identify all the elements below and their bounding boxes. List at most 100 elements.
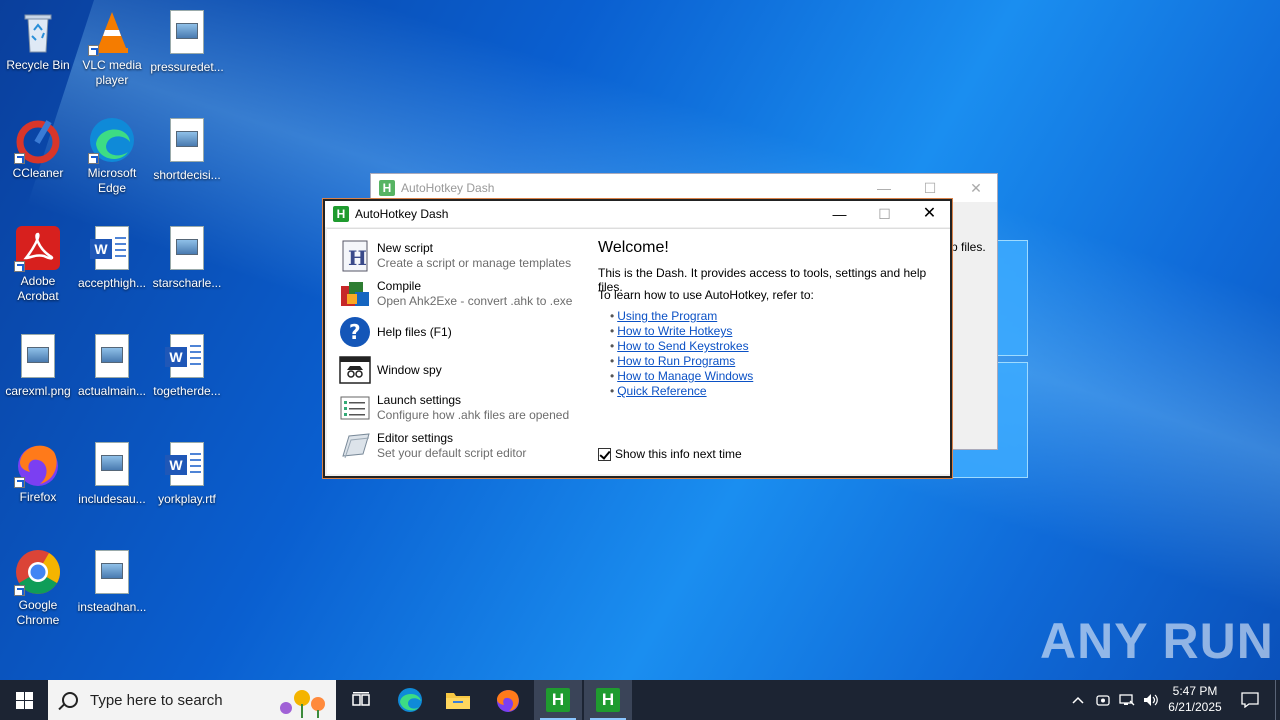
minimize-button[interactable]: — [861, 174, 907, 202]
minimize-button[interactable]: — [817, 201, 862, 227]
recycle-bin-icon [14, 8, 62, 56]
taskbar-file-explorer-button[interactable] [434, 680, 482, 720]
show-info-checkbox-row[interactable]: Show this info next time [598, 447, 742, 461]
taskbar: Type here to search H H 5:47 PM 6/21/202… [0, 680, 1280, 720]
desktop-icon-label: Firefox [19, 490, 57, 504]
desktop-icon-label: Google Chrome [16, 598, 60, 627]
maximize-button[interactable]: ☐ [907, 174, 953, 202]
link-quick-reference[interactable]: Quick Reference [617, 384, 706, 398]
link-using-the-program[interactable]: Using the Program [617, 309, 717, 323]
desktop-icon-label: Microsoft Edge [87, 166, 137, 195]
tray-network-button[interactable] [1116, 680, 1138, 720]
background-window-title: AutoHotkey Dash [401, 181, 495, 195]
desktop-icon-file[interactable]: carexml.png [0, 332, 76, 399]
desktop-icon-label: CCleaner [12, 166, 64, 180]
desktop-icon-file[interactable]: starscharle... [149, 224, 225, 291]
taskbar-search-box[interactable]: Type here to search [48, 680, 336, 720]
show-info-checkbox[interactable] [598, 447, 611, 461]
desktop-icon-label: starscharle... [152, 276, 222, 290]
background-window-text: p files. [951, 240, 986, 254]
list-item: • Using the Program [610, 309, 718, 323]
menu-item-title: Launch settings [377, 393, 462, 407]
menu-item-title: Help files (F1) [377, 324, 452, 339]
link-how-to-send-keystrokes[interactable]: How to Send Keystrokes [617, 339, 748, 353]
desktop-icon-label: accepthigh... [77, 276, 147, 290]
action-center-button[interactable] [1230, 680, 1270, 720]
desktop-icon-recycle-bin[interactable]: Recycle Bin [0, 8, 76, 73]
menu-item-subtitle: Configure how .ahk files are opened [377, 408, 570, 422]
desktop-icon-file[interactable]: includesau... [74, 440, 150, 507]
taskbar-autohotkey-button[interactable]: H [584, 680, 632, 720]
desktop-icon-label: Recycle Bin [6, 58, 70, 72]
desktop-icon-edge[interactable]: Microsoft Edge [74, 116, 150, 196]
edge-icon [398, 688, 422, 712]
desktop-icon-file[interactable]: shortdecisi... [149, 116, 225, 183]
desktop-icon-file[interactable]: W accepthigh... [74, 224, 150, 291]
close-button[interactable]: ✕ [907, 201, 952, 227]
firefox-icon [14, 440, 62, 488]
menu-item-subtitle: Open Ahk2Exe - convert .ahk to .exe [377, 294, 573, 308]
list-item: • How to Write Hotkeys [610, 324, 733, 338]
dash-window[interactable]: H AutoHotkey Dash — ☐ ✕ H New script Cre… [323, 199, 952, 478]
desktop-icon-file[interactable]: W togetherde... [149, 332, 225, 399]
link-how-to-run-programs[interactable]: How to Run Programs [617, 354, 735, 368]
menu-launch-settings[interactable]: Launch settings Configure how .ahk files… [339, 391, 584, 425]
menu-window-spy[interactable]: Window spy [339, 353, 584, 387]
desktop-icon-vlc[interactable]: VLC media player [74, 8, 150, 88]
search-placeholder: Type here to search [90, 691, 223, 709]
show-desktop-button[interactable] [1275, 680, 1276, 720]
menu-new-script[interactable]: H New script Create a script or manage t… [339, 239, 584, 273]
taskbar-firefox-button[interactable] [484, 680, 532, 720]
desktop-icon-file[interactable]: W yorkplay.rtf [149, 440, 225, 507]
image-file-icon [88, 334, 136, 382]
desktop-icon-label: includesau... [78, 492, 146, 506]
firefox-icon [497, 690, 519, 712]
windows-logo-icon [16, 692, 24, 700]
list-item: • How to Run Programs [610, 354, 736, 368]
show-hidden-icons-button[interactable] [1066, 680, 1090, 720]
desktop-icon-file[interactable]: insteadhan... [74, 548, 150, 615]
tray-volume-button[interactable] [1140, 680, 1162, 720]
menu-item-title: Compile [377, 279, 422, 293]
shortcut-arrow-icon [88, 153, 99, 164]
autohotkey-icon: H [546, 688, 570, 712]
welcome-heading: Welcome! [598, 239, 669, 256]
menu-compile[interactable]: Compile Open Ahk2Exe - convert .ahk to .… [339, 277, 584, 311]
taskbar-edge-button[interactable] [386, 680, 434, 720]
desktop-icon-file[interactable]: pressuredet... [149, 8, 225, 75]
new-script-icon: H [339, 240, 371, 272]
help-icon: ? [339, 316, 371, 348]
menu-item-subtitle: Create a script or manage templates [377, 256, 572, 270]
task-view-button[interactable] [336, 680, 384, 720]
clock-date: 6/21/2025 [1168, 700, 1222, 714]
word-file-icon: W [88, 226, 136, 274]
search-icon [62, 692, 78, 708]
desktop-icon-chrome[interactable]: Google Chrome [0, 548, 76, 628]
desktop-icon-label: pressuredet... [150, 60, 224, 74]
menu-editor-settings[interactable]: Editor settings Set your default script … [339, 429, 584, 463]
autohotkey-icon: H [333, 206, 349, 222]
window-spy-icon [339, 354, 371, 386]
acrobat-icon [14, 224, 62, 272]
list-item: • Quick Reference [610, 384, 707, 398]
tray-meet-now-button[interactable] [1092, 680, 1114, 720]
compile-icon [339, 278, 371, 310]
desktop-icon-file[interactable]: actualmain... [74, 332, 150, 399]
taskbar-autohotkey-button[interactable]: H [534, 680, 582, 720]
desktop-icon-label: carexml.png [5, 384, 71, 398]
image-file-icon [88, 442, 136, 490]
menu-help-files[interactable]: ? Help files (F1) [339, 315, 584, 349]
shortcut-arrow-icon [14, 261, 25, 272]
desktop-icon-label: yorkplay.rtf [158, 492, 216, 506]
desktop-icon-acrobat[interactable]: Adobe Acrobat [0, 224, 76, 304]
start-button[interactable] [0, 680, 48, 720]
link-how-to-write-hotkeys[interactable]: How to Write Hotkeys [617, 324, 732, 338]
link-how-to-manage-windows[interactable]: How to Manage Windows [617, 369, 753, 383]
editor-settings-icon [339, 430, 371, 462]
desktop-icon-firefox[interactable]: Firefox [0, 440, 76, 505]
desktop-icon-ccleaner[interactable]: CCleaner [0, 116, 76, 181]
desktop-icon-label: VLC media player [82, 58, 142, 87]
taskbar-clock[interactable]: 5:47 PM 6/21/2025 [1160, 683, 1230, 715]
maximize-button[interactable]: ☐ [862, 201, 907, 227]
close-button[interactable]: ✕ [953, 174, 999, 202]
